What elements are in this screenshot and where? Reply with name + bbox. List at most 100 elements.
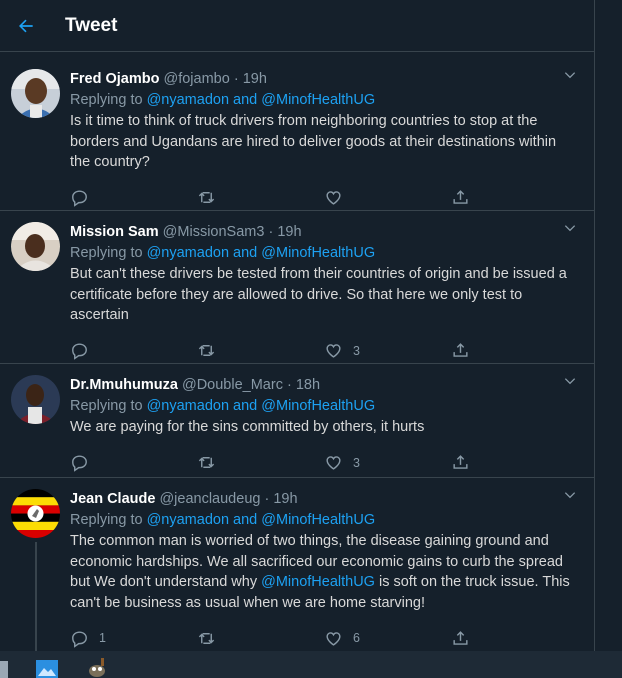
replying-to: Replying to @nyamadon and @MinofHealthUG xyxy=(70,396,578,416)
retweet-button[interactable] xyxy=(197,629,324,648)
thread-line xyxy=(35,542,37,651)
share-icon xyxy=(453,455,468,469)
timeline-column: Tweet Fred Ojambo @fojambo · 19h Replyin… xyxy=(0,0,595,651)
gimp-app-icon[interactable] xyxy=(86,658,106,678)
author-handle[interactable]: @Double_Marc xyxy=(182,377,283,393)
avatar[interactable] xyxy=(11,69,60,118)
tweet-text: But can't these drivers be tested from t… xyxy=(70,266,567,323)
avatar[interactable] xyxy=(11,489,60,538)
replying-and[interactable]: and xyxy=(229,398,261,414)
tweet[interactable]: Jean Claude @jeanclaudeug · 19h Replying… xyxy=(0,478,594,651)
mention-link[interactable]: @MinofHealthUG xyxy=(261,512,375,528)
reply-count: 1 xyxy=(99,631,106,645)
reply-button[interactable] xyxy=(70,453,197,472)
mention-link[interactable]: @MinofHealthUG xyxy=(261,245,375,261)
tweet[interactable]: Fred Ojambo @fojambo · 19h Replying to @… xyxy=(0,58,594,211)
retweet-button[interactable] xyxy=(197,188,324,207)
reply-button[interactable]: 1 xyxy=(70,629,197,648)
share-button[interactable] xyxy=(451,341,578,360)
chevron-down-icon xyxy=(564,225,576,232)
tweet-meta: Dr.Mmuhumuza @Double_Marc · 18h xyxy=(70,374,578,396)
reply-icon xyxy=(72,343,87,360)
reply-button[interactable] xyxy=(70,341,197,360)
reply-button[interactable] xyxy=(70,188,197,207)
retweet-button[interactable] xyxy=(197,453,324,472)
author-name[interactable]: Dr.Mmuhumuza xyxy=(70,377,178,393)
like-button[interactable] xyxy=(324,188,451,207)
share-button[interactable] xyxy=(451,453,578,472)
mention-link[interactable]: @nyamadon xyxy=(147,92,229,108)
mention-link[interactable]: @MinofHealthUG xyxy=(261,92,375,108)
author-name[interactable]: Fred Ojambo xyxy=(70,71,159,87)
replying-prefix: Replying to xyxy=(70,245,147,261)
retweet-button[interactable] xyxy=(197,341,324,360)
like-count: 3 xyxy=(353,343,360,358)
retweet-icon xyxy=(198,457,215,468)
tweet-meta: Jean Claude @jeanclaudeug · 19h xyxy=(70,488,578,510)
replying-prefix: Replying to xyxy=(70,512,147,528)
author-handle[interactable]: @jeanclaudeug xyxy=(159,491,260,507)
share-icon xyxy=(453,190,468,204)
page-title: Tweet xyxy=(65,14,118,36)
retweet-icon xyxy=(198,192,215,203)
tweet-meta: Fred Ojambo @fojambo · 19h xyxy=(70,68,578,90)
mention-link[interactable]: @MinofHealthUG xyxy=(261,398,375,414)
separator: · xyxy=(268,224,274,240)
tweet-menu-button[interactable] xyxy=(563,488,577,507)
author-name[interactable]: Mission Sam xyxy=(70,224,159,240)
avatar[interactable] xyxy=(11,222,60,271)
tweet-text: Is it time to think of truck drivers fro… xyxy=(70,113,557,170)
author-handle[interactable]: @MissionSam3 xyxy=(163,224,265,240)
replying-and[interactable]: and xyxy=(229,92,261,108)
back-button[interactable] xyxy=(0,0,52,52)
app-icon[interactable] xyxy=(0,658,12,678)
replying-prefix: Replying to xyxy=(70,398,147,414)
chevron-down-icon xyxy=(564,72,576,79)
like-button[interactable]: 3 xyxy=(324,341,451,360)
tweet[interactable]: Mission Sam @MissionSam3 · 19h Replying … xyxy=(0,211,594,364)
timestamp[interactable]: 18h xyxy=(296,377,320,393)
like-count: 3 xyxy=(353,455,360,470)
like-button[interactable]: 6 xyxy=(324,629,451,648)
like-count: 6 xyxy=(353,631,360,645)
replying-to: Replying to @nyamadon and @MinofHealthUG xyxy=(70,510,578,530)
photos-app-icon[interactable] xyxy=(36,658,58,678)
share-icon xyxy=(453,343,468,357)
back-arrow-icon xyxy=(19,19,33,32)
mention-link[interactable]: @MinofHealthUG xyxy=(261,574,375,590)
replying-and[interactable]: and xyxy=(229,512,261,528)
reply-icon xyxy=(72,455,87,472)
timestamp[interactable]: 19h xyxy=(243,71,267,87)
author-name[interactable]: Jean Claude xyxy=(70,491,155,507)
mention-link[interactable]: @nyamadon xyxy=(147,398,229,414)
taskbar xyxy=(0,651,622,678)
separator: · xyxy=(264,491,270,507)
tweet-menu-button[interactable] xyxy=(563,68,577,87)
tweet-meta: Mission Sam @MissionSam3 · 19h xyxy=(70,221,578,243)
tweet-menu-button[interactable] xyxy=(563,221,577,240)
like-icon xyxy=(326,456,341,470)
share-icon xyxy=(453,630,468,645)
separator: · xyxy=(233,71,239,87)
page-header: Tweet xyxy=(0,0,594,52)
reply-icon xyxy=(72,190,87,207)
like-icon xyxy=(326,191,341,205)
share-button[interactable] xyxy=(451,629,578,648)
timestamp[interactable]: 19h xyxy=(273,491,297,507)
like-button[interactable]: 3 xyxy=(324,453,451,472)
tweet[interactable]: Dr.Mmuhumuza @Double_Marc · 18h Replying… xyxy=(0,364,594,478)
tweet-actions: 1 6 xyxy=(70,619,578,651)
replying-and[interactable]: and xyxy=(229,245,261,261)
chevron-down-icon xyxy=(564,378,576,385)
tweet-text: We are paying for the sins committed by … xyxy=(70,419,425,435)
share-button[interactable] xyxy=(451,188,578,207)
avatar[interactable] xyxy=(11,375,60,424)
timestamp[interactable]: 19h xyxy=(277,224,301,240)
chevron-down-icon xyxy=(564,492,576,499)
tweet-menu-button[interactable] xyxy=(563,374,577,393)
tweet-text: The common man is worried of two things,… xyxy=(70,531,578,613)
mention-link[interactable]: @nyamadon xyxy=(147,512,229,528)
author-handle[interactable]: @fojambo xyxy=(163,71,229,87)
retweet-icon xyxy=(198,632,215,644)
mention-link[interactable]: @nyamadon xyxy=(147,245,229,261)
